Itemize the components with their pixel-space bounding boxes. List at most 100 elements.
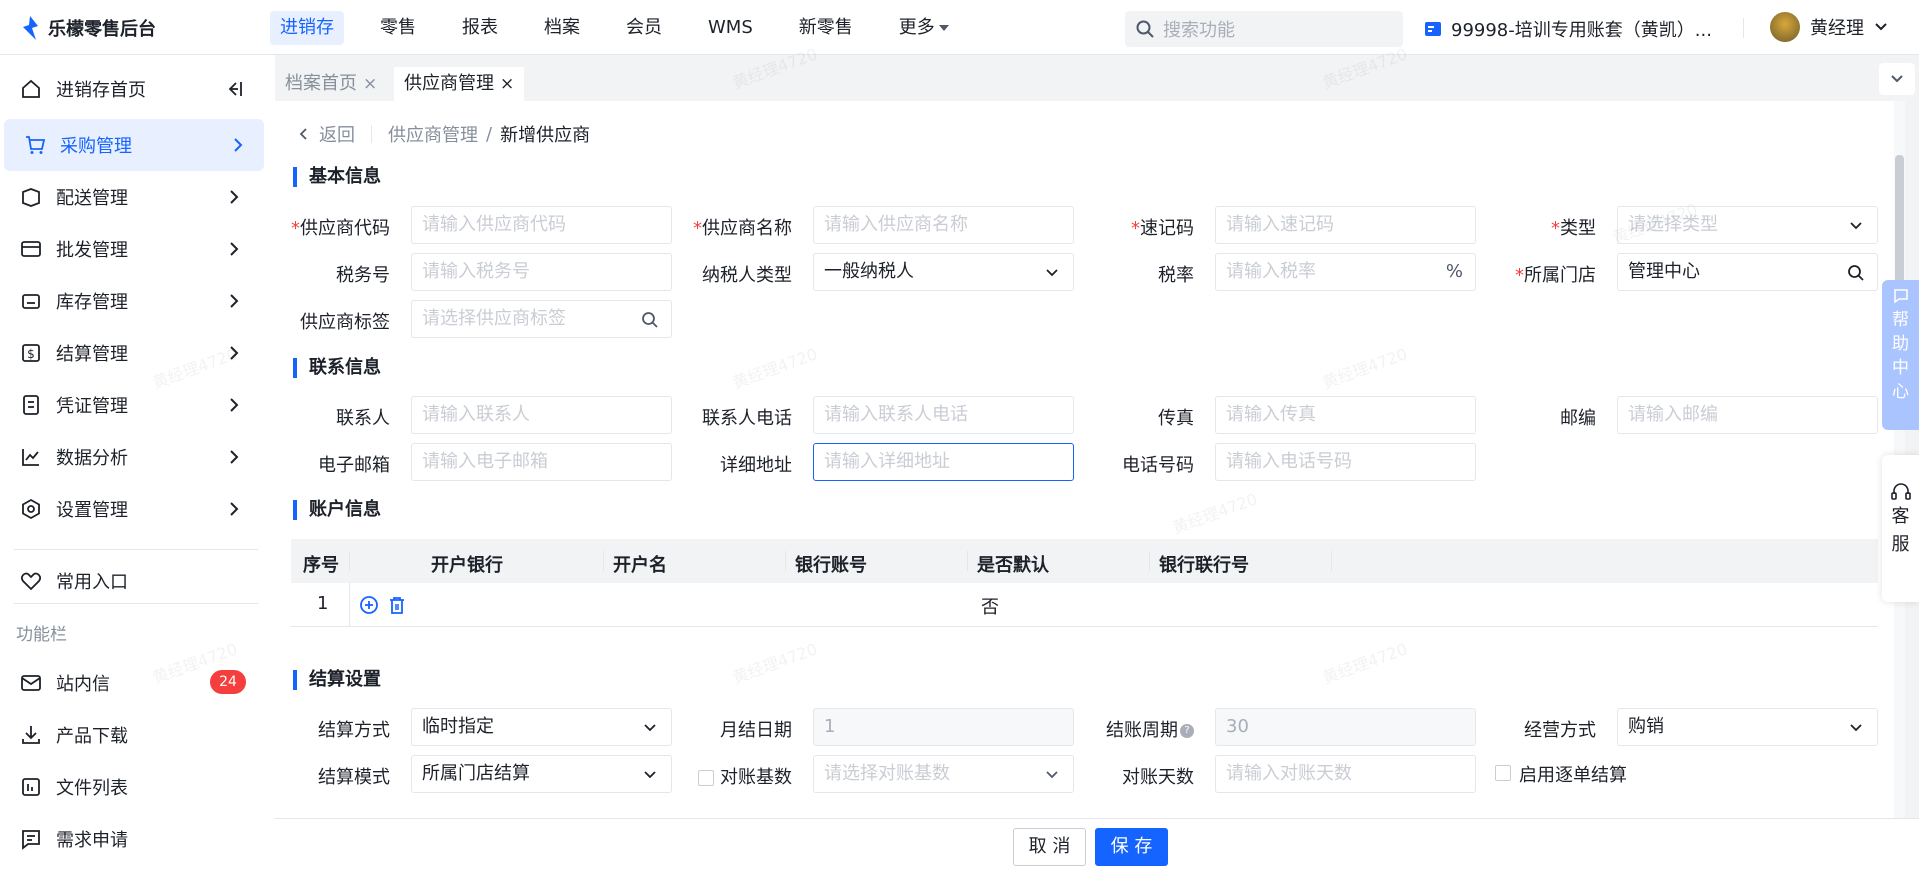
unread-badge: 24 (210, 670, 246, 694)
app-logo[interactable]: 乐檬零售后台 (20, 14, 156, 42)
save-button[interactable]: 保 存 (1095, 828, 1168, 866)
type-select[interactable]: 请选择类型 (1617, 206, 1878, 244)
help-char: 帮 (1892, 310, 1909, 330)
supplier-tag-picker[interactable]: 请选择供应商标签 (411, 300, 672, 338)
tab-supplier-management[interactable]: 供应商管理 × (394, 67, 525, 101)
zip-input[interactable]: 请输入邮编 (1617, 396, 1878, 434)
sidebar-item-label: 结算管理 (56, 344, 128, 365)
chevron-right-icon (230, 294, 239, 308)
sidebar-item-files[interactable]: 文件列表 (0, 761, 260, 813)
help-icon: ? (1180, 724, 1194, 738)
col-divider (349, 583, 350, 627)
percent-suffix: % (1445, 261, 1463, 282)
sidebar-item-label: 数据分析 (56, 448, 128, 469)
topnav-item-member[interactable]: 会员 (616, 11, 672, 45)
sidebar-item-analysis[interactable]: 数据分析 (0, 431, 260, 483)
month-day-input[interactable]: 1 (813, 708, 1074, 746)
cancel-button[interactable]: 取 消 (1013, 828, 1086, 866)
sidebar-item-download[interactable]: 产品下载 (0, 709, 260, 761)
sidebar-item-messages[interactable]: 站内信 24 (0, 657, 260, 709)
account-switcher[interactable]: 99998-培训专用账套（黄凯）... (1423, 16, 1712, 42)
fax-input[interactable]: 请输入传真 (1215, 396, 1476, 434)
field-label: 经营方式 (1524, 720, 1596, 741)
recon-days-input[interactable]: 请输入对账天数 (1215, 755, 1476, 793)
sidebar-item-purchase[interactable]: 采购管理 (4, 119, 264, 171)
tab-archive-home[interactable]: 档案首页 × (275, 67, 387, 101)
help-center-button[interactable]: 帮 助 中 心 (1882, 280, 1919, 430)
col-header: 开户银行 (431, 555, 503, 576)
address-input[interactable]: 请输入详细地址 (813, 443, 1074, 481)
topnav-item-more[interactable]: 更多 (889, 11, 959, 45)
topnav-item-inventory[interactable]: 进销存 (270, 11, 344, 45)
search-placeholder: 搜索功能 (1163, 20, 1235, 41)
settle-method-select[interactable]: 临时指定 (411, 708, 672, 746)
close-icon[interactable]: × (363, 74, 377, 94)
avatar (1770, 12, 1800, 42)
section-title-account: 账户信息 (293, 500, 381, 520)
chart-icon (20, 446, 42, 468)
sidebar-item-wholesale[interactable]: 批发管理 (0, 223, 260, 275)
supplier-name-input[interactable]: 请输入供应商名称 (813, 206, 1074, 244)
service-char: 客 (1891, 506, 1910, 527)
tax-no-input[interactable]: 请输入税务号 (411, 253, 672, 291)
field-label: 联系人 (336, 408, 390, 429)
add-row-icon[interactable] (359, 595, 379, 615)
taxpayer-type-select[interactable]: 一般纳税人 (813, 253, 1074, 291)
sidebar-item-label: 配送管理 (56, 188, 128, 209)
col-header: 开户名 (613, 555, 667, 576)
contact-person-input[interactable]: 请输入联系人 (411, 396, 672, 434)
sidebar-item-inventory[interactable]: 库存管理 (0, 275, 260, 327)
email-input[interactable]: 请输入电子邮箱 (411, 443, 672, 481)
sidebar-item-settlement[interactable]: $ 结算管理 (0, 327, 260, 379)
topnav-item-reports[interactable]: 报表 (452, 11, 508, 45)
topnav-item-retail[interactable]: 零售 (370, 11, 426, 45)
col-divider (785, 551, 786, 571)
quick-code-input[interactable]: 请输入速记码 (1215, 206, 1476, 244)
logo-icon (23, 16, 38, 40)
customer-service-button[interactable]: 客 服 (1882, 455, 1919, 602)
sidebar-item-label: 库存管理 (56, 292, 128, 313)
sidebar-item-request[interactable]: 需求申请 (0, 813, 260, 865)
sidebar: 进销存首页 采购管理 配送管理 批发管理 库存管理 $ 结算管理 凭证管理 数据… (0, 55, 275, 872)
chevron-right-icon (230, 346, 239, 360)
close-icon[interactable]: × (500, 74, 514, 94)
function-search[interactable]: 搜索功能 (1125, 11, 1403, 47)
period-input[interactable]: 30 (1215, 708, 1476, 746)
download-icon (20, 724, 42, 746)
back-link[interactable]: 返回 (319, 121, 355, 147)
sidebar-item-settings[interactable]: 设置管理 (0, 483, 260, 535)
business-mode-select[interactable]: 购销 (1617, 708, 1878, 746)
sidebar-item-home[interactable]: 进销存首页 (0, 63, 260, 115)
topnav-item-wms[interactable]: WMS (698, 11, 763, 45)
delete-row-icon[interactable] (387, 595, 407, 615)
tab-menu-button[interactable] (1879, 63, 1915, 95)
field-label: 对账基数 (677, 763, 802, 789)
toolbar-section-label: 功能栏 (16, 625, 67, 645)
store-picker[interactable]: 管理中心 (1617, 253, 1878, 291)
field-label: 电话号码 (1122, 455, 1194, 476)
field-label: 结账周期? (1079, 716, 1204, 742)
breadcrumb-current: 新增供应商 (500, 125, 591, 146)
contact-phone-input[interactable]: 请输入联系人电话 (813, 396, 1074, 434)
settle-mode-select[interactable]: 所属门店结算 (411, 755, 672, 793)
supplier-code-input[interactable]: 请输入供应商代码 (411, 206, 672, 244)
top-bar: 乐檬零售后台 进销存 零售 报表 档案 会员 WMS 新零售 更多 搜索功能 9… (0, 0, 1919, 55)
main-content: 返回 供应商管理 / 新增供应商 基本信息 *供应商代码 请输入供应商代码 *供… (275, 101, 1894, 818)
divider (1743, 18, 1744, 38)
sidebar-item-favorites[interactable]: 常用入口 (0, 555, 260, 607)
default-value[interactable]: 否 (981, 593, 999, 619)
collapse-sidebar-icon[interactable] (224, 80, 244, 98)
single-settle-checkbox[interactable] (1495, 765, 1511, 781)
col-header: 银行联行号 (1159, 555, 1249, 576)
recon-base-select[interactable]: 请选择对账基数 (813, 755, 1074, 793)
tax-rate-input[interactable]: 请输入税率% (1215, 253, 1476, 291)
settings-icon (20, 498, 42, 520)
user-menu[interactable]: 黄经理 (1770, 12, 1888, 42)
topnav-item-archive[interactable]: 档案 (534, 11, 590, 45)
sidebar-item-delivery[interactable]: 配送管理 (0, 171, 260, 223)
tel-input[interactable]: 请输入电话号码 (1215, 443, 1476, 481)
topnav-item-newretail[interactable]: 新零售 (789, 11, 863, 45)
sidebar-item-voucher[interactable]: 凭证管理 (0, 379, 260, 431)
field-label: 邮编 (1560, 408, 1596, 429)
breadcrumb-parent[interactable]: 供应商管理 (388, 121, 478, 147)
